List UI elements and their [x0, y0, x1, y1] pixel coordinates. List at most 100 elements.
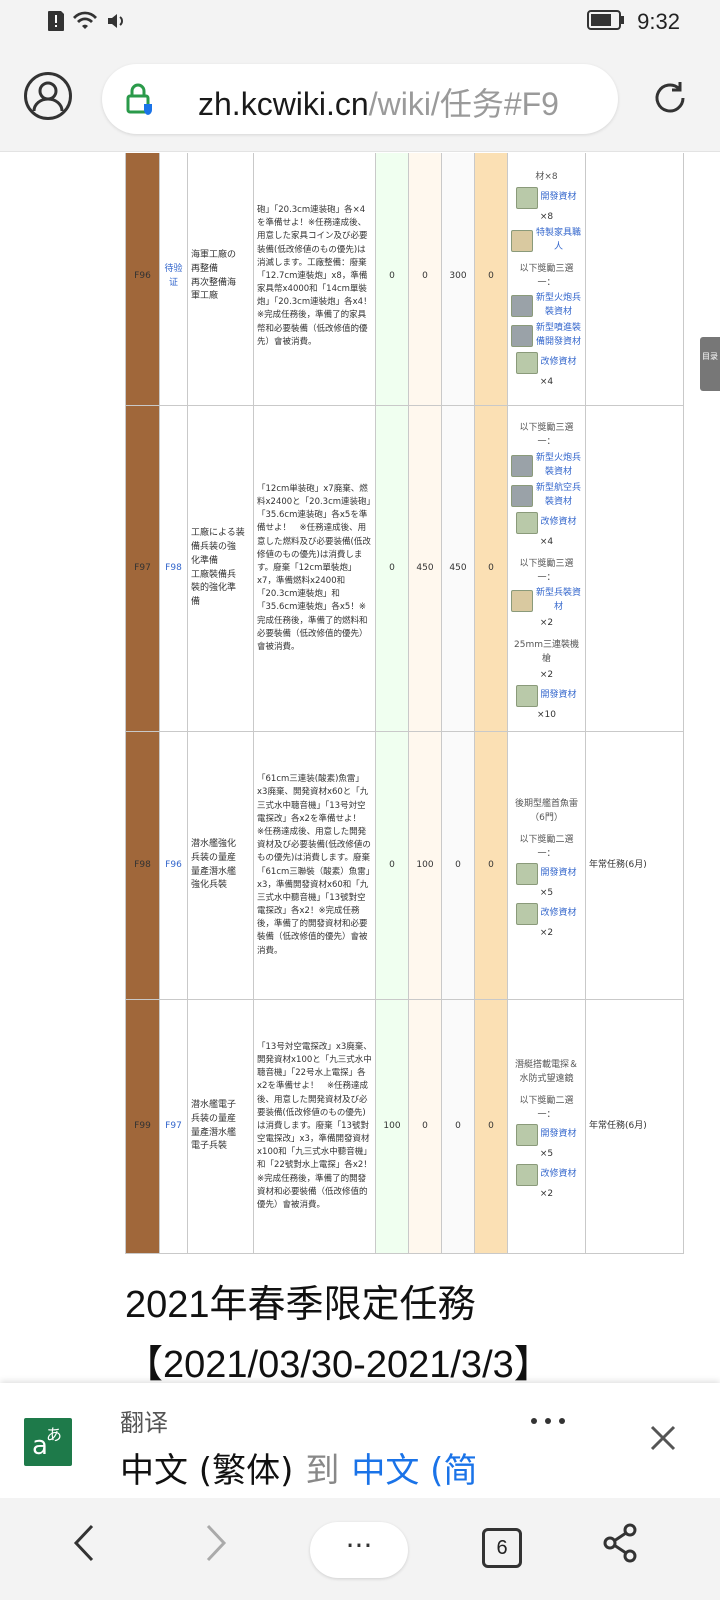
gun-icon — [511, 325, 533, 348]
reward-item-label[interactable]: 開發資材 — [540, 689, 576, 703]
quest-prerequisite-link[interactable]: F98 — [159, 405, 188, 732]
reward-item-label[interactable]: 改修資材 — [540, 356, 576, 370]
quest-id: F96 — [125, 153, 160, 406]
gun-icon — [511, 454, 533, 477]
close-icon[interactable] — [648, 1423, 678, 1457]
doll-icon — [511, 590, 533, 613]
quest-resource-reward: 0 — [441, 731, 475, 1000]
tabs-button[interactable]: 6 — [482, 1528, 522, 1568]
quest-table: F96 待验证 海軍工廠の 再整備 再次整備海 軍工廠 砲」「20.3cm連装砲」各×4を準… — [125, 153, 684, 1254]
quest-name-line: 裝的強化準 — [191, 583, 237, 594]
reward-item: 特製家具職人 — [511, 227, 582, 255]
reward-item-label[interactable]: 新型航空兵裝資材 — [535, 482, 582, 510]
address-bar: zh.kcwiki.cn/wiki/任务#F9 — [0, 48, 720, 152]
quest-prerequisite-link[interactable]: 待验证 — [159, 153, 188, 406]
reward-item: 改修資材 — [511, 511, 582, 534]
quest-name-line: 再次整備海 — [191, 277, 237, 288]
screen: 9:32 zh.kcwiki.cn/wiki/任务#F9 F96 待验证 海軍工廠の… — [0, 0, 720, 1600]
quest-resource-reward: 0 — [474, 153, 508, 406]
more-options-icon[interactable] — [528, 1401, 568, 1434]
quest-row: F98 F96 潜水艦強化 兵装の量産 量產潛水艦 強化兵裝 「61cm三連装(酸素)魚雷」… — [125, 731, 684, 1000]
quest-name: 海軍工廠の 再整備 再次整備海 軍工廠 — [187, 153, 254, 406]
reward-item-label[interactable]: 新型火炮兵裝資材 — [535, 292, 582, 320]
reward-item-qty: ×5 — [539, 1149, 554, 1160]
reward-item-label[interactable]: 新型火炮兵裝資材 — [535, 452, 582, 480]
reward-item: 25mm三連裝機槍 — [511, 639, 582, 667]
reward-item: 開發資材 — [511, 863, 582, 886]
reward-item: 改修資材 — [511, 903, 582, 926]
reward-item: 新型航空兵裝資材 — [511, 482, 582, 510]
reward-item-label[interactable]: 開發資材 — [540, 867, 576, 881]
reward-item-label: 以下獎勵三選一： — [519, 263, 574, 288]
lock-icon[interactable] — [122, 82, 158, 122]
quest-name-line: 軍工廠 — [191, 291, 219, 302]
reward-item: 以下獎勵三選一： — [511, 558, 582, 586]
forward-icon[interactable] — [200, 1520, 230, 1570]
reward-item: 材×8 — [511, 171, 582, 185]
quest-name-line: 強化兵裝 — [191, 880, 228, 891]
toc-side-tab[interactable]: 目录 — [700, 337, 720, 391]
reward-item: 以下獎勵三選一： — [511, 263, 582, 291]
target-language[interactable]: 中文 (简 — [351, 1451, 477, 1491]
reward-item: 開發資材 — [511, 186, 582, 209]
quest-row: F96 待验证 海軍工廠の 再整備 再次整備海 軍工廠 砲」「20.3cm連装砲」各×4を準… — [125, 153, 684, 406]
reward-item: 以下獎勵三選一： — [511, 422, 582, 450]
quest-name-line: 海軍工廠の — [191, 249, 237, 260]
quest-item-rewards: 潛艇搭載電探＆水防式望遠鏡 以下獎勵二選一： 開發資材 ×5 改修資材 ×2 — [507, 999, 586, 1254]
reward-item-label[interactable]: 改修資材 — [540, 907, 576, 921]
quest-name: 潜水艦電子 兵装の量産 量產潛水艦 電子兵裝 — [187, 999, 254, 1254]
reward-item-label[interactable]: 改修資材 — [540, 516, 576, 530]
profile-icon[interactable] — [24, 72, 72, 120]
reward-item-label[interactable]: 開發資材 — [540, 1128, 576, 1142]
reward-item: 改修資材 — [511, 352, 582, 375]
share-icon[interactable] — [600, 1520, 640, 1570]
reward-item-label[interactable]: 改修資材 — [540, 1168, 576, 1182]
quest-name-line: 電子兵裝 — [191, 1141, 228, 1152]
reward-item-label[interactable]: 特製家具職人 — [535, 227, 582, 255]
reward-item: 新型火炮兵裝資材 — [511, 292, 582, 320]
translate-title: 翻译 — [120, 1409, 168, 1437]
battery-icon — [587, 9, 625, 35]
reward-item-label: 材×8 — [535, 171, 558, 182]
source-language[interactable]: 中文 (繁体) — [120, 1451, 293, 1491]
reward-item: 改修資材 — [511, 1164, 582, 1187]
quest-row: F97 F98 工廠による装 備兵装の強 化準備 工廠裝備兵 裝的強化準備「12cm単装砲」… — [125, 405, 684, 732]
quest-prerequisite-link[interactable]: F96 — [159, 731, 188, 1000]
alert-icon — [48, 10, 64, 36]
reward-item-label: 潛艇搭載電探＆水防式望遠鏡 — [514, 1059, 578, 1084]
bottom-navigation: ··· 6 — [0, 1498, 720, 1600]
web-page[interactable]: F96 待验证 海軍工廠の 再整備 再次整備海 軍工廠 砲」「20.3cm連装砲」各×4を準… — [0, 153, 720, 1383]
quest-name-line: 兵装の量産 — [191, 852, 237, 863]
quest-note: 年常任務(6月) — [585, 731, 684, 1000]
quest-name-line: 備兵装の強 — [191, 541, 237, 552]
reward-item-label: 以下獎勵三選一： — [519, 558, 574, 583]
quest-resource-reward: 0 — [441, 999, 475, 1254]
quest-name: 工廠による装 備兵装の強 化準備 工廠裝備兵 裝的強化準備 — [187, 405, 254, 732]
quest-name-line: 潜水艦強化 — [191, 838, 237, 849]
back-icon[interactable] — [70, 1520, 100, 1570]
reward-item: 新型噴進裝備開發資材 — [511, 322, 582, 350]
svg-text:あ: あ — [46, 1425, 62, 1444]
quest-prerequisite-link[interactable]: F97 — [159, 999, 188, 1254]
reload-icon[interactable] — [650, 78, 690, 122]
wifi-icon — [72, 11, 98, 35]
material-icon — [516, 863, 539, 886]
gun-icon — [511, 484, 533, 507]
reward-item: 潛艇搭載電探＆水防式望遠鏡 — [511, 1059, 582, 1087]
quest-resource-reward: 300 — [441, 153, 475, 406]
material-icon — [516, 903, 539, 926]
reward-item-label[interactable]: 開發資材 — [540, 191, 576, 205]
reward-item: 新型兵裝資材 — [511, 587, 582, 615]
quest-resource-reward: 0 — [375, 405, 409, 732]
reward-item-label[interactable]: 新型兵裝資材 — [535, 587, 582, 615]
quest-name-line: 潜水艦電子 — [191, 1099, 237, 1110]
reward-item-label: 以下獎勵二選一： — [519, 1095, 574, 1120]
page-content: F96 待验证 海軍工廠の 再整備 再次整備海 軍工廠 砲」「20.3cm連装砲」各×4を準… — [115, 153, 700, 1383]
url-text[interactable]: zh.kcwiki.cn/wiki/任务#F9 — [198, 79, 559, 125]
url-field[interactable]: zh.kcwiki.cn/wiki/任务#F9 — [102, 64, 618, 134]
quest-name-line: 化準備 — [191, 555, 219, 566]
quest-resource-reward: 0 — [408, 999, 442, 1254]
reward-item-label: 以下獎勵二選一： — [519, 834, 574, 859]
reward-item-label[interactable]: 新型噴進裝備開發資材 — [535, 322, 582, 350]
menu-button[interactable]: ··· — [310, 1522, 408, 1578]
